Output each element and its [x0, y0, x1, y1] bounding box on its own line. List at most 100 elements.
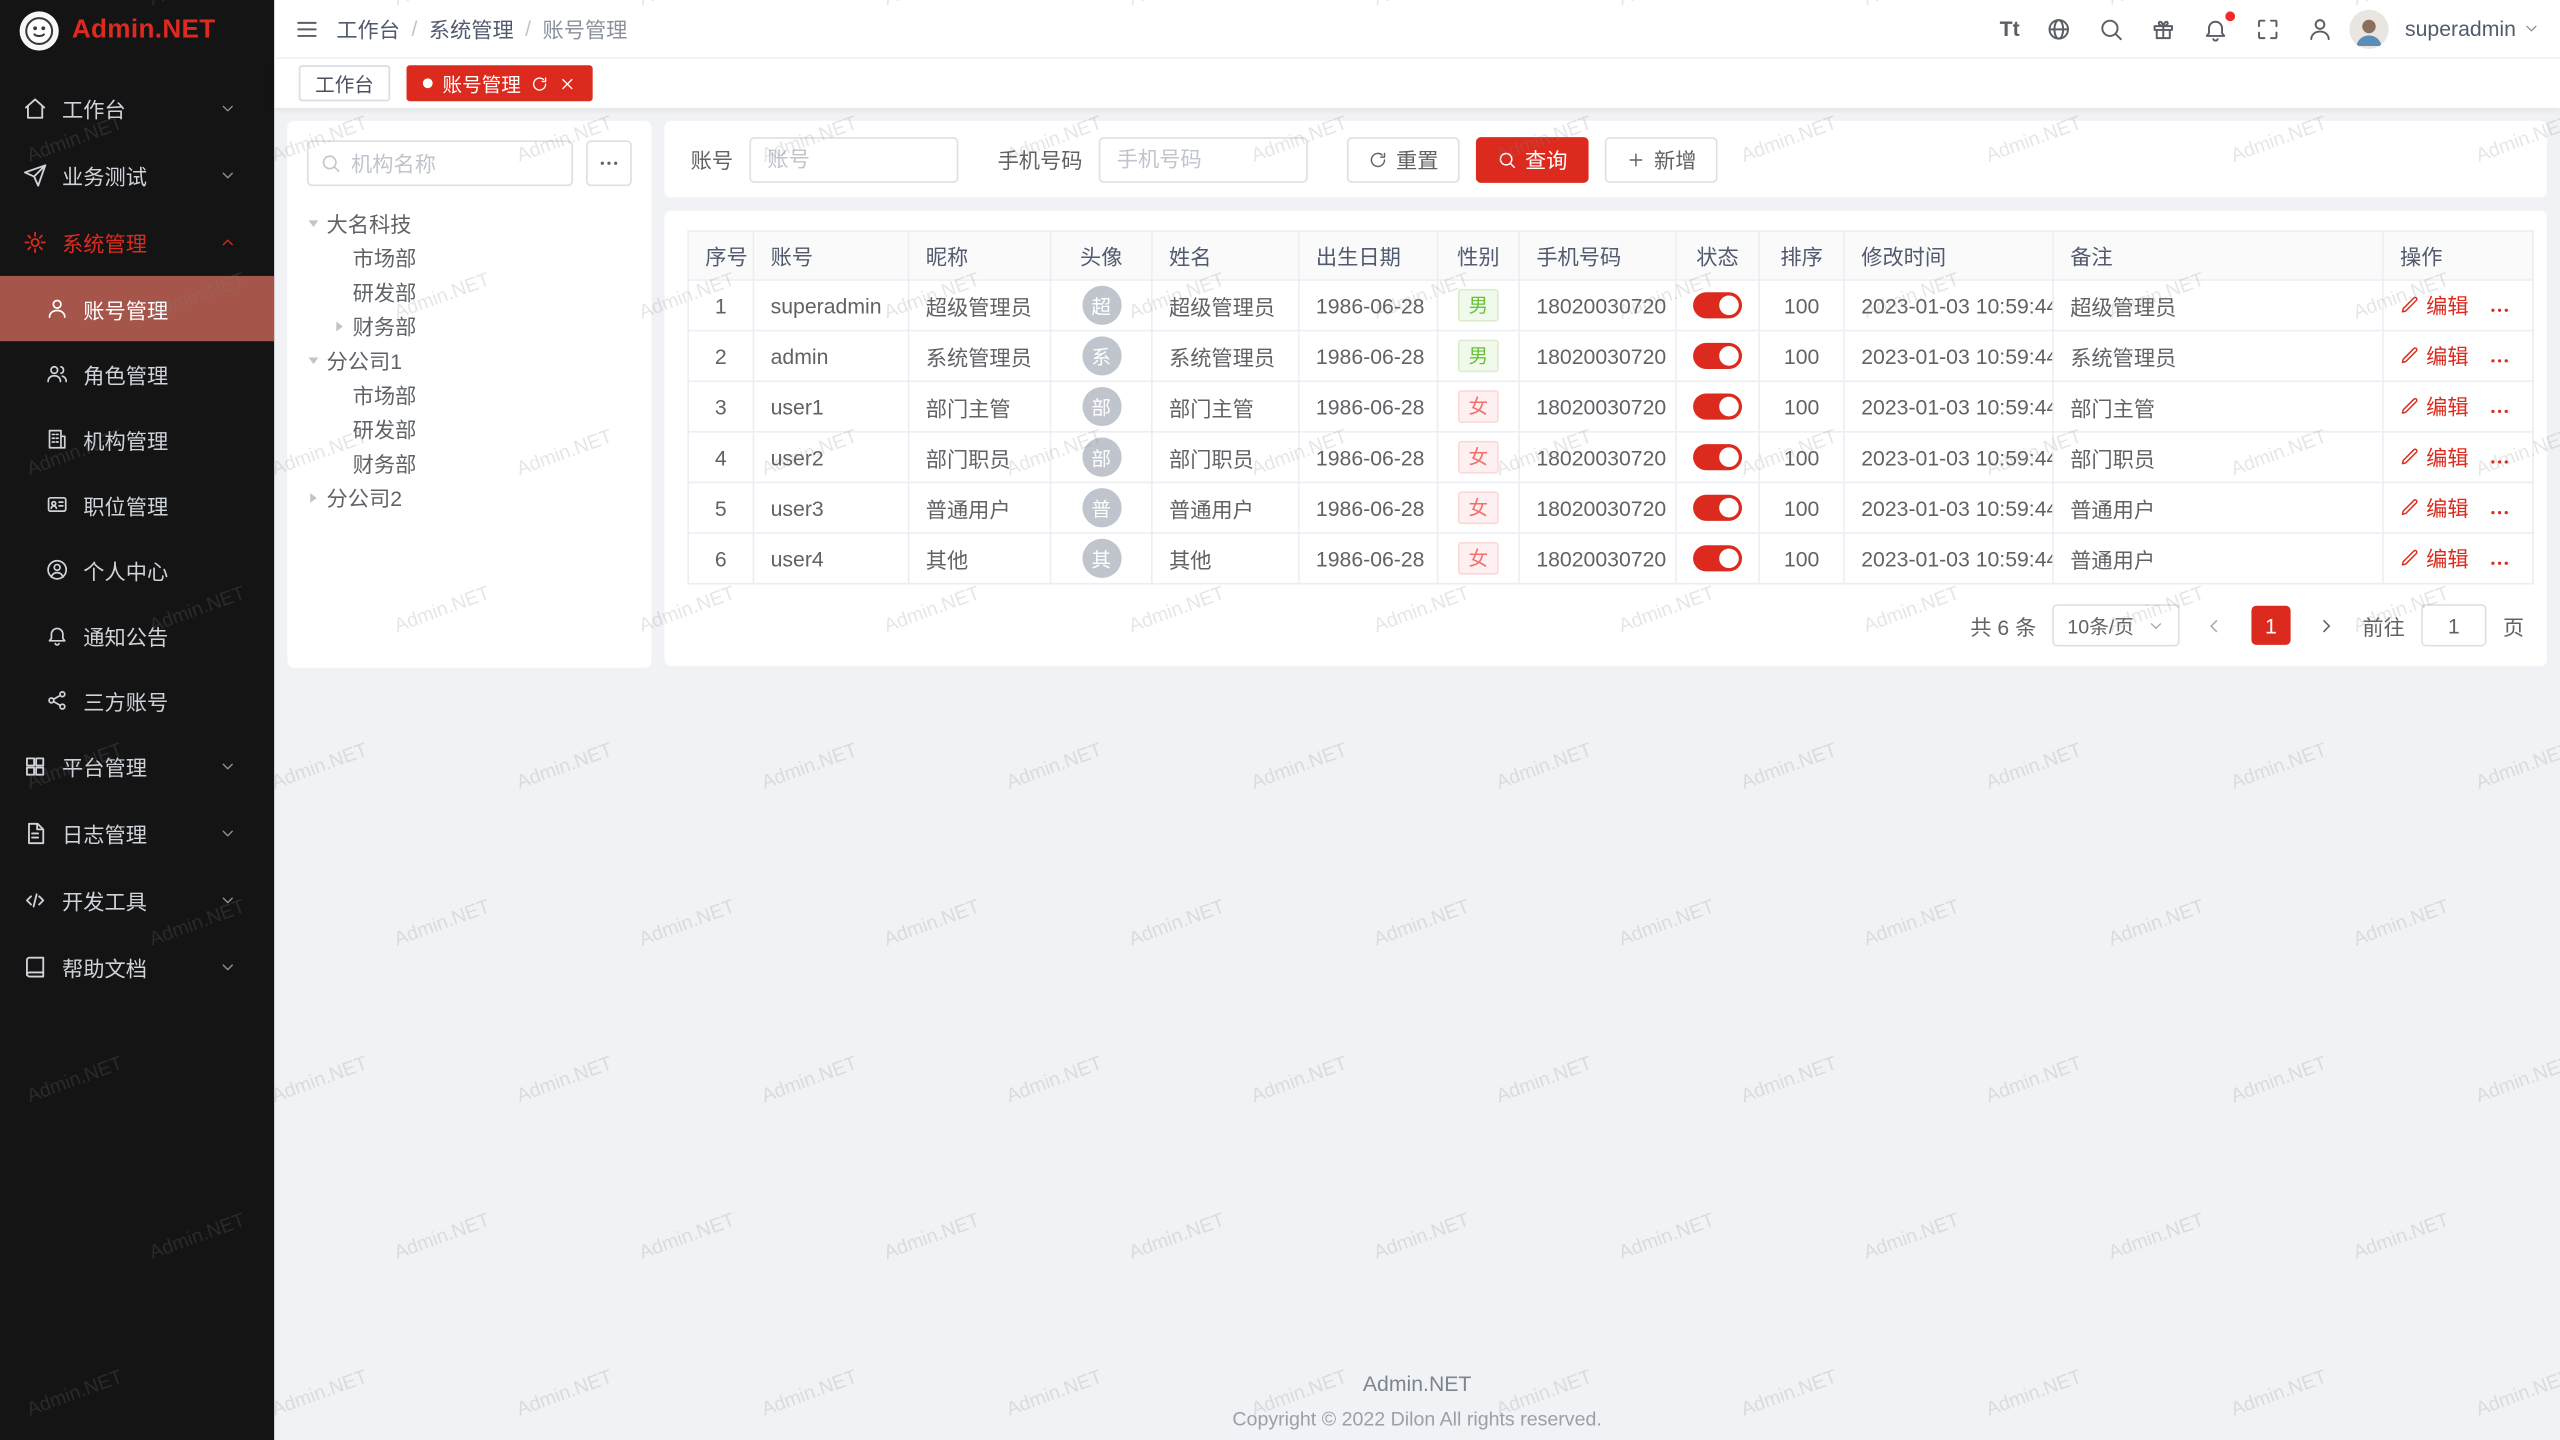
account-input[interactable]: [749, 136, 958, 182]
sidebar-item[interactable]: 开发工具: [0, 867, 274, 934]
tree-node[interactable]: 市场部: [307, 240, 632, 274]
cell-gender: 女: [1438, 381, 1520, 432]
notification-bell-icon[interactable]: [2203, 16, 2229, 42]
footer-copyright: Copyright © 2022 Dilon All rights reserv…: [274, 1407, 2560, 1430]
reset-button[interactable]: 重置: [1347, 136, 1460, 182]
page-size-label: 10条/页: [2067, 611, 2133, 639]
cell-actions: 编辑: [2383, 482, 2533, 533]
row-more-button[interactable]: [2488, 500, 2511, 523]
sidebar: Admin.NET 工作台业务测试系统管理账号管理角色管理机构管理职位管理个人中…: [0, 0, 274, 1440]
row-more-button[interactable]: [2488, 298, 2511, 321]
cell-birthdate: 1986-06-28: [1299, 280, 1438, 331]
column-header: 排序: [1759, 231, 1844, 280]
refresh-icon: [1368, 149, 1388, 169]
switch-knob: [1719, 347, 1739, 367]
row-avatar: 普: [1082, 488, 1121, 527]
search-icon[interactable]: [2098, 16, 2124, 42]
tree-node[interactable]: 市场部: [307, 377, 632, 411]
row-more-button[interactable]: [2488, 399, 2511, 422]
sidebar-item[interactable]: 工作台: [0, 75, 274, 142]
theme-icon[interactable]: [2150, 16, 2176, 42]
row-more-button[interactable]: [2488, 551, 2511, 574]
sidebar-item[interactable]: 帮助文档: [0, 934, 274, 1001]
status-switch[interactable]: [1693, 445, 1742, 471]
tree-caret-icon[interactable]: [309, 357, 319, 364]
help-icon: [23, 955, 47, 979]
page-size-select[interactable]: 10条/页: [2053, 604, 2180, 646]
status-switch[interactable]: [1693, 343, 1742, 369]
edit-button[interactable]: 编辑: [2400, 391, 2469, 422]
status-switch[interactable]: [1693, 495, 1742, 521]
edit-button[interactable]: 编辑: [2400, 340, 2469, 371]
current-page[interactable]: 1: [2251, 606, 2290, 645]
sidebar-subitem[interactable]: 职位管理: [0, 472, 274, 537]
tree-node[interactable]: 分公司2: [307, 480, 632, 514]
status-switch[interactable]: [1693, 293, 1742, 319]
font-size-icon[interactable]: Tt: [2000, 16, 2020, 40]
locale-icon[interactable]: [2046, 16, 2072, 42]
sidebar-subitem[interactable]: 角色管理: [0, 341, 274, 406]
add-button[interactable]: 新增: [1605, 136, 1718, 182]
tree-more-button[interactable]: [586, 140, 632, 186]
tree-node-label: 财务部: [353, 447, 417, 478]
phone-input[interactable]: [1099, 136, 1308, 182]
sidebar-subitem[interactable]: 个人中心: [0, 537, 274, 602]
row-more-button[interactable]: [2488, 450, 2511, 473]
row-more-button[interactable]: [2488, 349, 2511, 372]
edit-button[interactable]: 编辑: [2400, 492, 2469, 523]
tree-node-label: 研发部: [353, 413, 417, 444]
tree-caret-icon[interactable]: [310, 492, 317, 502]
tab-refresh-icon[interactable]: [531, 74, 549, 92]
status-switch[interactable]: [1693, 394, 1742, 420]
column-header: 出生日期: [1299, 231, 1438, 280]
view-tab[interactable]: 账号管理: [407, 65, 593, 101]
sidebar-item[interactable]: 系统管理: [0, 209, 274, 276]
sidebar-item[interactable]: 平台管理: [0, 733, 274, 800]
user-settings-icon[interactable]: [2307, 16, 2333, 42]
tree-node[interactable]: 财务部: [307, 446, 632, 480]
cell-name: 部门职员: [1152, 432, 1299, 483]
app-logo[interactable]: Admin.NET: [0, 0, 274, 62]
search-button[interactable]: 查询: [1476, 136, 1589, 182]
edit-button[interactable]: 编辑: [2400, 442, 2469, 473]
cell-modified: 2023-01-03 10:59:44: [1844, 381, 2053, 432]
sidebar-subitem[interactable]: 三方账号: [0, 668, 274, 733]
cell-name: 系统管理员: [1152, 331, 1299, 382]
goto-page-input[interactable]: [2421, 604, 2486, 646]
sidebar-subitem[interactable]: 通知公告: [0, 602, 274, 667]
menu-collapse-icon[interactable]: [294, 16, 320, 42]
edit-button[interactable]: 编辑: [2400, 543, 2469, 574]
next-page-button[interactable]: [2307, 606, 2346, 645]
edit-button[interactable]: 编辑: [2400, 290, 2469, 321]
view-tab[interactable]: 工作台: [299, 65, 390, 101]
sidebar-subitem[interactable]: 账号管理: [0, 276, 274, 341]
fullscreen-icon[interactable]: [2255, 16, 2281, 42]
sidebar-item[interactable]: 业务测试: [0, 142, 274, 209]
sidebar-item[interactable]: 日志管理: [0, 800, 274, 867]
breadcrumb-item[interactable]: 工作台: [336, 13, 400, 44]
tree-node[interactable]: 财务部: [307, 309, 632, 343]
column-header: 状态: [1676, 231, 1759, 280]
role-icon: [46, 362, 69, 385]
tab-close-icon[interactable]: [558, 74, 576, 92]
tree-caret-icon[interactable]: [309, 220, 319, 227]
tree-node[interactable]: 大名科技: [307, 206, 632, 240]
chevron-up-icon: [219, 233, 237, 251]
prev-page-button[interactable]: [2196, 606, 2235, 645]
cell-avatar: 其: [1051, 533, 1152, 584]
cell-nickname: 部门职员: [909, 432, 1051, 483]
tree-node[interactable]: 分公司1: [307, 343, 632, 377]
cell-nickname: 超级管理员: [909, 280, 1051, 331]
status-switch[interactable]: [1693, 546, 1742, 572]
cell-name: 部门主管: [1152, 381, 1299, 432]
org-search-input[interactable]: [307, 140, 573, 186]
sidebar-subitem[interactable]: 机构管理: [0, 407, 274, 472]
user-avatar[interactable]: [2349, 9, 2388, 48]
sidebar-item-label: 平台管理: [62, 751, 219, 782]
breadcrumb-item[interactable]: 系统管理: [429, 13, 514, 44]
tree-node[interactable]: 研发部: [307, 274, 632, 308]
search-label: 查询: [1525, 144, 1567, 175]
tree-caret-icon[interactable]: [336, 321, 343, 331]
user-menu[interactable]: superadmin: [2405, 16, 2540, 40]
tree-node[interactable]: 研发部: [307, 411, 632, 445]
